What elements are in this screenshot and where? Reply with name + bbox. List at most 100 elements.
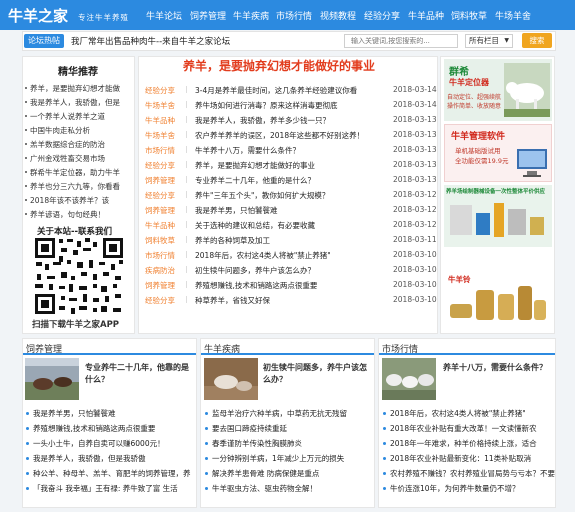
article-category[interactable]: 市场行情 bbox=[145, 145, 175, 156]
recommend-item[interactable]: 群希牛羊定位器，助力牛羊 bbox=[30, 167, 120, 178]
disease-feature-photo[interactable] bbox=[204, 358, 258, 400]
article-title[interactable]: 2018年后，农村这4类人将被"禁止养猪" bbox=[195, 250, 383, 261]
article-title[interactable]: 农户养羊养羊的误区，2018年这些都不好别这养！ bbox=[195, 130, 383, 141]
section-item[interactable]: 我是养羊人，我骄傲，但是我骄傲 bbox=[33, 453, 198, 464]
headline-article[interactable]: 养羊，是要抛弃幻想才能做好的事业 bbox=[183, 57, 375, 74]
section-item[interactable]: 要去国口蹄疫持续重延 bbox=[212, 423, 377, 434]
recommend-item[interactable]: 广州金戏牲畜交易市场 bbox=[30, 153, 105, 164]
article-category[interactable]: 市场行情 bbox=[145, 250, 175, 261]
article-category[interactable]: 牛羊品种 bbox=[145, 220, 175, 231]
article-title[interactable]: 养牛场如何进行消毒？原来这样消毒更彻底 bbox=[195, 100, 383, 111]
disease-feature-title[interactable]: 初生犊牛问题多，养牛户该怎么办？ bbox=[263, 362, 371, 386]
section-item[interactable]: 春季谨防羊传染性胸膜肺炎 bbox=[212, 438, 377, 449]
nav-item[interactable]: 视频教程 bbox=[320, 9, 356, 22]
separator bbox=[186, 236, 187, 243]
article-category[interactable]: 饲养管理 bbox=[145, 205, 175, 216]
section-item[interactable]: 种公羊、种母羊、羔羊、育肥羊的饲养管理，养 bbox=[33, 468, 198, 479]
recommend-item[interactable]: 养羊也分三六九等，你看看 bbox=[30, 181, 120, 192]
recommend-item[interactable]: 养羊谚语，句句经典！ bbox=[30, 209, 105, 220]
section-item[interactable]: 解决养羊患骨难 防病保健是重点 bbox=[212, 468, 377, 479]
article-category[interactable]: 饲养管理 bbox=[145, 175, 175, 186]
cow-photo bbox=[504, 63, 550, 117]
recommend-item[interactable]: 羔羊数据综合症的防治 bbox=[30, 139, 105, 150]
article-title[interactable]: 养羊，是要抛弃幻想才能做好的事业 bbox=[195, 160, 383, 171]
recommend-item[interactable]: 我是养羊人，我骄傲，但是 bbox=[30, 97, 120, 108]
article-category[interactable]: 经验分享 bbox=[145, 190, 175, 201]
recommend-item[interactable]: 一个养羊人说养羊之道 bbox=[30, 111, 105, 122]
bullet-icon bbox=[25, 143, 27, 145]
article-category[interactable]: 饲料牧草 bbox=[145, 235, 175, 246]
article-date: 2018-03-13 bbox=[393, 175, 437, 184]
notice-tag: 论坛热帖 bbox=[24, 34, 64, 48]
section-item[interactable]: 2018年农业补贴有重大改革！一文读懂新农 bbox=[390, 423, 555, 434]
bullet-icon bbox=[383, 427, 386, 430]
article-title[interactable]: 我是养羊人，我骄傲，养羊多少钱一只？ bbox=[195, 115, 383, 126]
section-item[interactable]: 养殖想赚钱,技术和销路这两点很重要 bbox=[33, 423, 198, 434]
ad-brand: 群希 bbox=[449, 67, 469, 78]
section-item[interactable]: 牛价连涨10年，为何养牛数量仍不增？ bbox=[390, 483, 555, 494]
computer-icon bbox=[517, 149, 547, 177]
section-item[interactable]: 监母羊治疗六种羊病，中草药无抗无残留 bbox=[212, 408, 377, 419]
feed-feature-title[interactable]: 专业养牛二十几年，他靠的是什么？ bbox=[85, 362, 193, 386]
article-category[interactable]: 牛场羊舍 bbox=[145, 130, 175, 141]
section-item[interactable]: 2018年一年难求，种羊价格持续上涨，适合 bbox=[390, 438, 555, 449]
search-input[interactable] bbox=[344, 34, 458, 48]
article-title[interactable]: 牛羊养十八万，需要什么条件？ bbox=[195, 145, 383, 156]
market-feature-photo[interactable] bbox=[382, 358, 436, 400]
bullet-icon bbox=[25, 101, 27, 103]
article-category[interactable]: 经验分享 bbox=[145, 160, 175, 171]
nav-item[interactable]: 牛羊疾病 bbox=[233, 9, 269, 22]
article-title[interactable]: 养殖想赚钱,技术和销路这两点很重要 bbox=[195, 280, 383, 291]
bullet-icon bbox=[25, 213, 27, 215]
article-date: 2018-03-12 bbox=[393, 205, 437, 214]
notice-link[interactable]: 我厂常年出售品种肉牛--来自牛羊之家论坛 bbox=[71, 35, 230, 47]
section-item[interactable]: 「我奋斗 我幸福」王有禄: 养牛致了富 生活 bbox=[33, 483, 198, 494]
separator bbox=[186, 131, 187, 138]
article-title[interactable]: 养牛"三年五个头"，教你如何扩大规模？ bbox=[195, 190, 383, 201]
article-category[interactable]: 饲养管理 bbox=[145, 280, 175, 291]
ad-bell-banner[interactable]: 牛羊铃 bbox=[444, 272, 552, 330]
separator bbox=[186, 161, 187, 168]
article-title[interactable]: 初生犊牛问题多，养牛户该怎么办？ bbox=[195, 265, 383, 276]
section-item[interactable]: 2018年后，农村这4类人将被"禁止养猪" bbox=[390, 408, 555, 419]
article-category[interactable]: 牛羊品种 bbox=[145, 115, 175, 126]
section-item[interactable]: 一头小土牛，自养自卖可以赚6000元！ bbox=[33, 438, 198, 449]
article-category[interactable]: 疾病防治 bbox=[145, 265, 175, 276]
site-tagline: 专注牛羊养殖 bbox=[78, 13, 129, 22]
feed-feature-photo[interactable] bbox=[25, 358, 79, 400]
section-item[interactable]: 牛羊驱虫方法、驱虫药物全解！ bbox=[212, 483, 377, 494]
ad-locator-banner[interactable]: 群希 牛羊定位器 自动定位、超强续航 操作简单、收放随意 bbox=[444, 59, 552, 121]
separator bbox=[186, 251, 187, 258]
article-category[interactable]: 经验分享 bbox=[145, 85, 175, 96]
article-category[interactable]: 经验分享 bbox=[145, 295, 175, 306]
article-title[interactable]: 3-4月是养羊最佳时间，这几条养羊经验建议你看 bbox=[195, 85, 383, 96]
market-feature-title[interactable]: 养羊十八万，需要什么条件？ bbox=[443, 362, 553, 374]
search-button[interactable]: 搜索 bbox=[522, 33, 552, 48]
site-logo[interactable]: 牛羊之家 bbox=[8, 5, 68, 26]
article-category[interactable]: 牛场羊舍 bbox=[145, 100, 175, 111]
bullet-icon bbox=[205, 487, 208, 490]
search-category-select[interactable]: 所有栏目 ▼ bbox=[465, 34, 513, 48]
nav-item[interactable]: 市场行情 bbox=[276, 9, 312, 22]
nav-item[interactable]: 饲料牧草 bbox=[451, 9, 487, 22]
nav-item[interactable]: 饲养管理 bbox=[190, 9, 226, 22]
article-title[interactable]: 养羊的各种饲草及加工 bbox=[195, 235, 383, 246]
nav-item[interactable]: 牛羊论坛 bbox=[146, 9, 182, 22]
section-item[interactable]: 农村养殖不赚钱？农村养殖业冒局势与亏本？不要担 bbox=[390, 468, 555, 479]
section-item[interactable]: 2018年农业补贴最新变化：11类补贴取消 bbox=[390, 453, 555, 464]
recommend-item[interactable]: 中国牛肉走私分析 bbox=[30, 125, 90, 136]
nav-item[interactable]: 经验分享 bbox=[364, 9, 400, 22]
article-title[interactable]: 我是养羊男，只怕饕餮难 bbox=[195, 205, 383, 216]
article-title[interactable]: 关于选种的建议和总结，有必要收藏 bbox=[195, 220, 383, 231]
bullet-icon bbox=[26, 427, 29, 430]
nav-item[interactable]: 牛场羊舍 bbox=[495, 9, 531, 22]
section-item[interactable]: 一分钟辨别羊病，1年减少上万元的损失 bbox=[212, 453, 377, 464]
nav-item[interactable]: 牛羊品种 bbox=[408, 9, 444, 22]
ad-equipment-banner[interactable]: 养羊场绘制器械设备一次性整体平价供应 bbox=[444, 185, 552, 247]
recommend-item[interactable]: 养羊，是要抛弃幻想才能做 bbox=[30, 83, 120, 94]
article-title[interactable]: 种草养羊，省钱又好保 bbox=[195, 295, 383, 306]
ad-software-banner[interactable]: 牛羊管理软件 单机基础版试用 全功能仅需19.9元 bbox=[444, 124, 552, 182]
section-item[interactable]: 我是养羊男，只怕饕餮难 bbox=[33, 408, 198, 419]
recommend-item[interactable]: 2018年该不该养羊？该 bbox=[30, 195, 109, 206]
article-title[interactable]: 专业养羊二十几年，他重的是什么？ bbox=[195, 175, 383, 186]
